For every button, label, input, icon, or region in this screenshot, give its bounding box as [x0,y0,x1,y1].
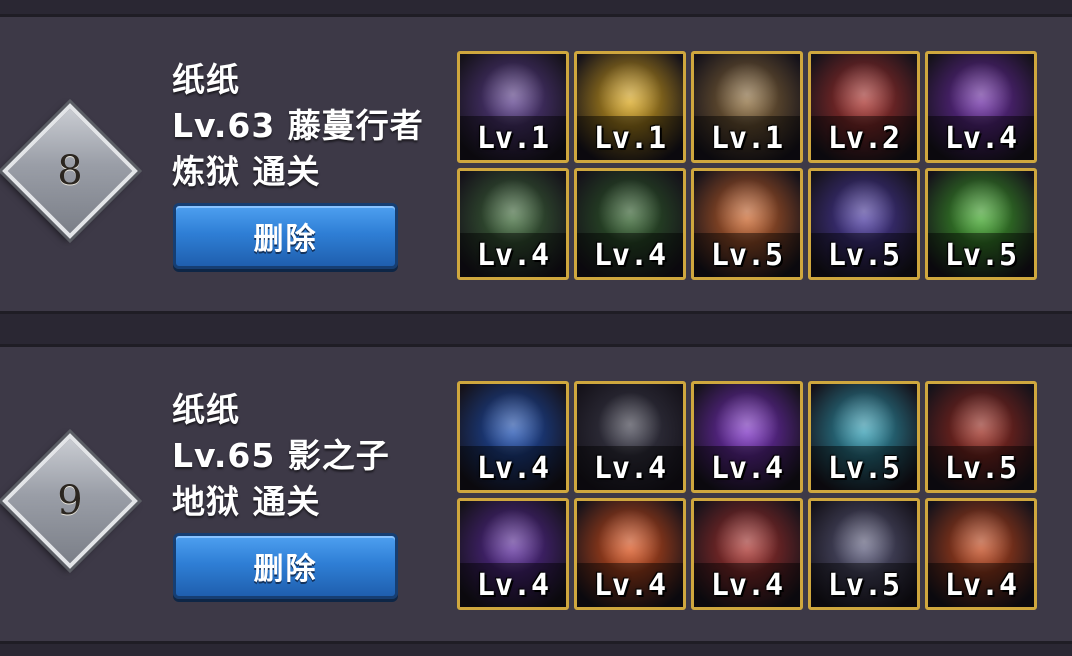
skill-slot[interactable]: Lv.5 [691,168,803,280]
skill-level-label: Lv.4 [476,451,550,486]
skill-slot[interactable]: Lv.5 [925,381,1037,493]
skill-slot[interactable]: Lv.4 [457,498,569,610]
skill-level-label: Lv.1 [593,121,667,156]
rank-number: 9 [57,478,83,524]
ranking-list: 8 纸纸 Lv.63 藤蔓行者 炼狱 通关 删除 Lv.1 Lv.1 Lv.1 Lv.… [0,0,1072,656]
skill-level-label: Lv.4 [944,568,1018,603]
skill-level-label: Lv.4 [593,451,667,486]
skill-level-label: Lv.5 [827,451,901,486]
skill-level-label: Lv.1 [476,121,550,156]
skill-slot[interactable]: Lv.5 [925,168,1037,280]
player-info: 纸纸 Lv.65 影之子 地狱 通关 [172,387,390,525]
skill-level-label: Lv.2 [827,121,901,156]
skill-slot[interactable]: Lv.4 [574,381,686,493]
rank-number: 8 [57,148,83,194]
skill-level-label: Lv.5 [944,451,1018,486]
skill-level-label: Lv.5 [827,238,901,273]
skill-slot[interactable]: Lv.5 [808,381,920,493]
skill-level-label: Lv.4 [476,568,550,603]
skill-slot[interactable]: Lv.1 [574,51,686,163]
player-level-class: Lv.65 影之子 [172,436,390,475]
ranking-entry-8: 8 纸纸 Lv.63 藤蔓行者 炼狱 通关 删除 Lv.1 Lv.1 Lv.1 Lv.… [0,14,1072,314]
skill-grid: Lv.4 Lv.4 Lv.4 Lv.5 Lv.5 Lv.4 Lv.4 Lv.4 Lv.5 Lv.4 [457,381,1041,615]
skill-level-label: Lv.4 [944,121,1018,156]
skill-level-label: Lv.4 [476,238,550,273]
skill-slot[interactable]: Lv.4 [574,168,686,280]
delete-button[interactable]: 删除 [173,203,398,269]
player-name: 纸纸 [172,60,240,99]
skill-slot[interactable]: Lv.4 [691,381,803,493]
player-info: 纸纸 Lv.63 藤蔓行者 炼狱 通关 [172,57,424,195]
player-level-class: Lv.63 藤蔓行者 [172,106,424,145]
skill-slot[interactable]: Lv.4 [457,168,569,280]
skill-slot[interactable]: Lv.4 [925,51,1037,163]
skill-level-label: Lv.5 [710,238,784,273]
player-name: 纸纸 [172,390,240,429]
skill-level-label: Lv.1 [710,121,784,156]
skill-slot[interactable]: Lv.5 [808,498,920,610]
skill-level-label: Lv.5 [944,238,1018,273]
skill-slot[interactable]: Lv.4 [691,498,803,610]
skill-slot[interactable]: Lv.1 [457,51,569,163]
skill-slot[interactable]: Lv.1 [691,51,803,163]
skill-level-label: Lv.4 [593,568,667,603]
skill-slot[interactable]: Lv.4 [574,498,686,610]
stage-cleared: 炼狱 通关 [172,152,321,191]
skill-slot[interactable]: Lv.2 [808,51,920,163]
skill-grid: Lv.1 Lv.1 Lv.1 Lv.2 Lv.4 Lv.4 Lv.4 Lv.5 Lv.5 Lv.5 [457,51,1041,285]
skill-slot[interactable]: Lv.4 [457,381,569,493]
skill-slot[interactable]: Lv.4 [925,498,1037,610]
ranking-entry-9: 9 纸纸 Lv.65 影之子 地狱 通关 删除 Lv.4 Lv.4 Lv.4 Lv.5… [0,344,1072,644]
skill-slot[interactable]: Lv.5 [808,168,920,280]
skill-level-label: Lv.4 [710,451,784,486]
skill-level-label: Lv.5 [827,568,901,603]
skill-level-label: Lv.4 [710,568,784,603]
skill-level-label: Lv.4 [593,238,667,273]
delete-button[interactable]: 删除 [173,533,398,599]
stage-cleared: 地狱 通关 [172,482,321,521]
